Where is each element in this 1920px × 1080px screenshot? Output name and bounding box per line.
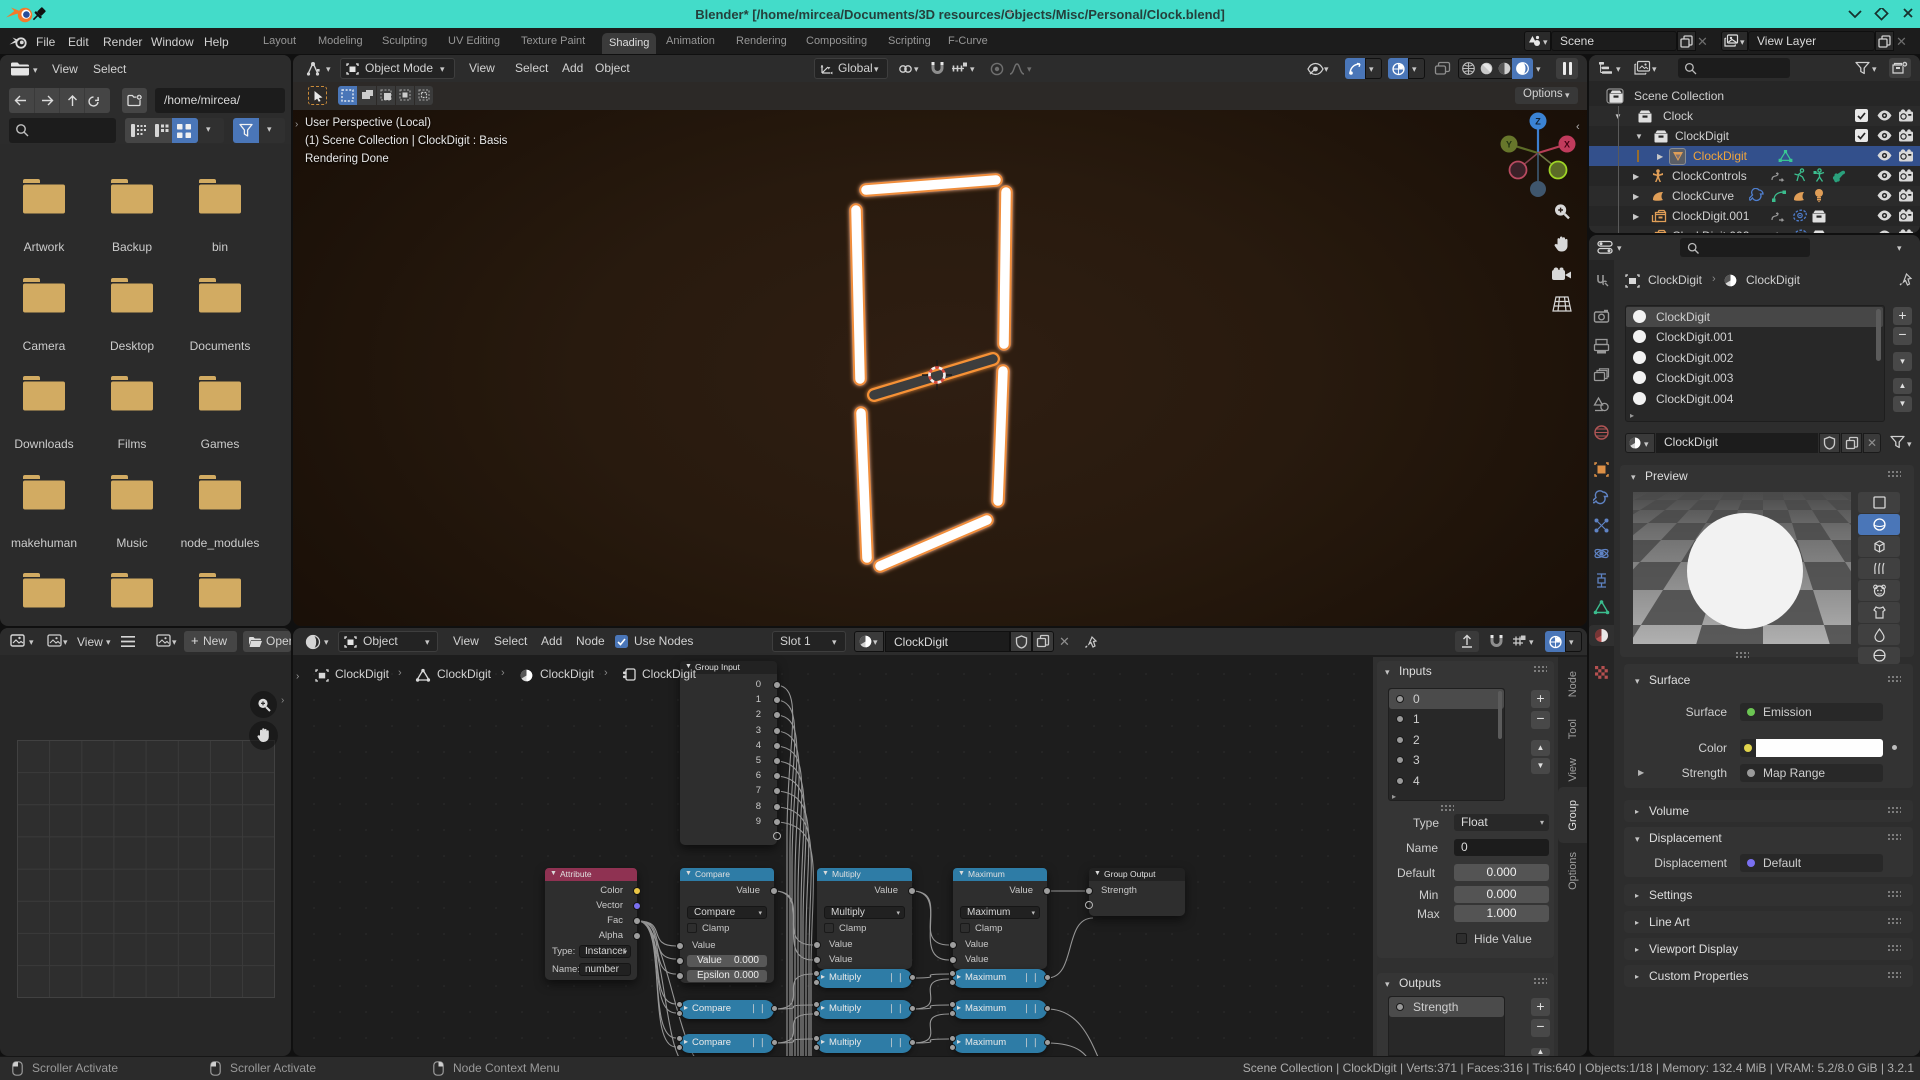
svg-text:Z: Z <box>1535 116 1541 126</box>
svg-text:Y: Y <box>1506 139 1512 149</box>
svg-text:X: X <box>1564 139 1570 149</box>
